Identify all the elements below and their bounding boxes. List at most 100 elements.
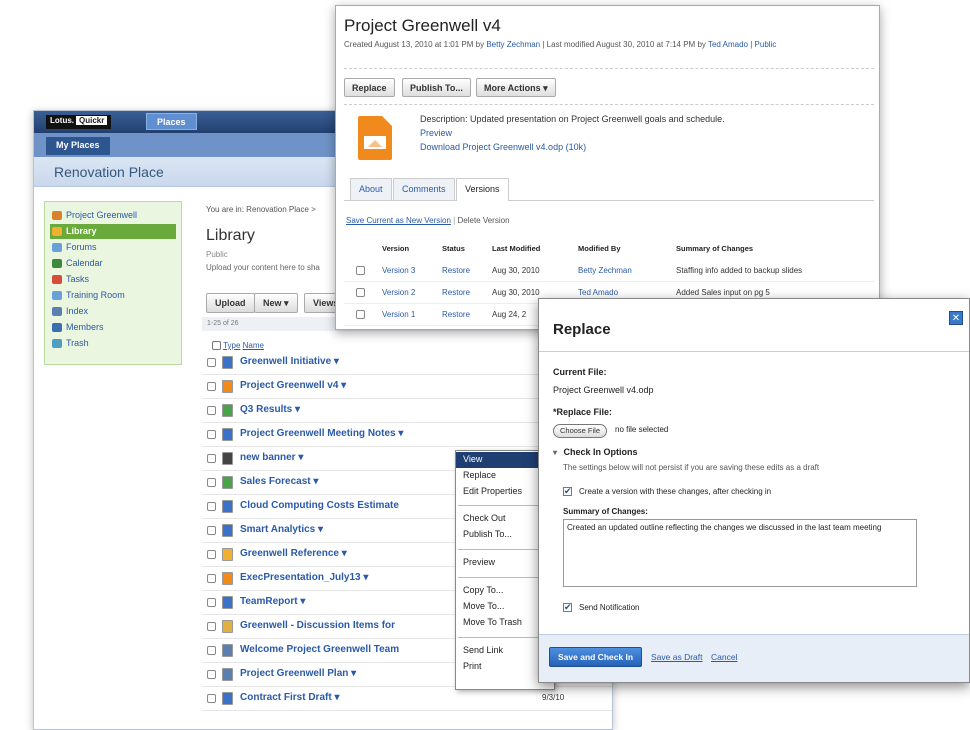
file-type-icon xyxy=(222,500,233,513)
row-checkbox[interactable] xyxy=(207,454,216,463)
row-checkbox[interactable] xyxy=(207,622,216,631)
version-checkbox[interactable] xyxy=(356,266,365,275)
select-all-checkbox[interactable] xyxy=(212,341,221,351)
sidebar-item-members[interactable]: Members xyxy=(50,320,176,335)
column-type[interactable]: Type xyxy=(223,341,240,350)
file-name-link[interactable]: Greenwell Reference ▾ xyxy=(240,548,347,559)
sidebar-item-forums[interactable]: Forums xyxy=(50,240,176,255)
row-checkbox[interactable] xyxy=(207,598,216,607)
file-name-link[interactable]: Sales Forecast ▾ xyxy=(240,476,318,487)
sidebar-item-project-greenwell[interactable]: Project Greenwell xyxy=(50,208,176,223)
tab-about[interactable]: About xyxy=(350,178,392,200)
file-name-link[interactable]: Smart Analytics ▾ xyxy=(240,524,323,535)
calendar-icon xyxy=(52,259,62,268)
summary-textarea[interactable]: Created an updated outline reflecting th… xyxy=(563,519,917,587)
row-checkbox[interactable] xyxy=(207,430,216,439)
file-name-link[interactable]: Project Greenwell Plan ▾ xyxy=(240,668,356,679)
chevron-down-icon: ▾ xyxy=(553,448,558,457)
file-name-link[interactable]: TeamReport ▾ xyxy=(240,596,305,607)
sidebar-item-library[interactable]: Library xyxy=(50,224,176,239)
version-link[interactable]: Version 3 xyxy=(382,266,415,275)
my-places-tab[interactable]: My Places xyxy=(46,137,110,155)
sidebar-item-calendar[interactable]: Calendar xyxy=(50,256,176,271)
more-actions-button[interactable]: More Actions ▾ xyxy=(476,78,556,97)
places-tab[interactable]: Places xyxy=(146,113,197,130)
file-type-icon xyxy=(222,668,233,681)
version-link[interactable]: Version 2 xyxy=(382,288,415,297)
row-checkbox[interactable] xyxy=(207,358,216,367)
version-row: Version 3 Restore Aug 30, 2010 Betty Zechma… xyxy=(344,260,874,282)
restore-link[interactable]: Restore xyxy=(442,288,470,297)
row-checkbox[interactable] xyxy=(207,382,216,391)
version-checkbox[interactable] xyxy=(356,288,365,297)
row-checkbox[interactable] xyxy=(207,478,216,487)
file-name-link[interactable]: Cloud Computing Costs Estimate xyxy=(240,500,399,511)
download-link[interactable]: Download Project Greenwell v4.odp (10k) xyxy=(420,142,586,152)
table-row[interactable]: Contract First Draft ▾9/3/10Ted Amado xyxy=(202,687,612,711)
file-type-icon xyxy=(222,620,233,633)
page-title: Library xyxy=(206,227,255,244)
close-icon[interactable]: ✕ xyxy=(949,311,963,325)
tasks-icon xyxy=(52,275,62,284)
version-date: Aug 30, 2010 xyxy=(492,288,540,297)
publish-to-button[interactable]: Publish To... xyxy=(402,78,471,97)
row-checkbox[interactable] xyxy=(207,550,216,559)
file-type-icon xyxy=(222,452,233,465)
new-button[interactable]: New ▾ xyxy=(254,293,298,313)
sidebar-item-trash[interactable]: Trash xyxy=(50,336,176,351)
modified-by-link[interactable]: Betty Zechman xyxy=(578,266,632,275)
cancel-link[interactable]: Cancel xyxy=(711,652,737,662)
file-name-link[interactable]: Greenwell - Discussion Items for xyxy=(240,620,395,631)
modified-text: | Last modified August 30, 2010 at 7:14 … xyxy=(542,40,706,49)
save-and-check-in-button[interactable]: Save and Check In xyxy=(549,647,643,667)
version-summary: Staffing info added to backup slides xyxy=(676,266,803,275)
sidebar-item-tasks[interactable]: Tasks xyxy=(50,272,176,287)
file-name-link[interactable]: new banner ▾ xyxy=(240,452,303,463)
delete-version-link[interactable]: Delete Version xyxy=(457,216,509,225)
preview-link[interactable]: Preview xyxy=(420,128,452,138)
file-name-link[interactable]: ExecPresentation_July13 ▾ xyxy=(240,572,368,583)
column-name[interactable]: Name xyxy=(243,341,264,350)
row-checkbox[interactable] xyxy=(207,406,216,415)
replace-button[interactable]: Replace xyxy=(344,78,395,97)
restore-link[interactable]: Restore xyxy=(442,310,470,319)
row-checkbox[interactable] xyxy=(207,646,216,655)
creator-link[interactable]: Betty Zechman xyxy=(486,40,540,49)
file-name-link[interactable]: Contract First Draft ▾ xyxy=(240,692,339,703)
save-current-version-link[interactable]: Save Current as New Version xyxy=(346,216,451,225)
sidebar-item-training-room[interactable]: Training Room xyxy=(50,288,176,303)
file-name-link[interactable]: Project Greenwell v4 ▾ xyxy=(240,380,346,391)
save-as-draft-link[interactable]: Save as Draft xyxy=(651,652,703,662)
row-checkbox[interactable] xyxy=(207,526,216,535)
row-checkbox[interactable] xyxy=(207,574,216,583)
version-summary: Added Sales input on pg 5 xyxy=(676,288,770,297)
file-type-icon xyxy=(222,428,233,441)
divider xyxy=(539,351,969,352)
modifier-link[interactable]: Ted Amado xyxy=(708,40,748,49)
row-checkbox[interactable] xyxy=(207,670,216,679)
send-notification-label: Send Notification xyxy=(579,603,640,612)
version-link[interactable]: Version 1 xyxy=(382,310,415,319)
row-checkbox[interactable] xyxy=(207,502,216,511)
tab-versions[interactable]: Versions xyxy=(456,178,509,201)
row-checkbox[interactable] xyxy=(207,694,216,703)
version-checkbox[interactable] xyxy=(356,310,365,319)
create-version-checkbox[interactable]: ✔ xyxy=(563,487,572,496)
file-name-link[interactable]: Project Greenwell Meeting Notes ▾ xyxy=(240,428,403,439)
column-headers: Type Name xyxy=(212,341,264,351)
restore-link[interactable]: Restore xyxy=(442,266,470,275)
upload-button[interactable]: Upload xyxy=(206,293,255,313)
public-link[interactable]: | Public xyxy=(750,40,776,49)
file-name-link[interactable]: Greenwell Initiative ▾ xyxy=(240,356,339,367)
modified-by-link[interactable]: Ted Amado xyxy=(578,288,618,297)
sidebar-item-index[interactable]: Index xyxy=(50,304,176,319)
choose-file-button[interactable]: Choose File xyxy=(553,424,608,438)
file-name-link[interactable]: Q3 Results ▾ xyxy=(240,404,300,415)
send-notification-checkbox[interactable]: ✔ xyxy=(563,603,572,612)
tab-comments[interactable]: Comments xyxy=(393,178,455,200)
check-in-options-toggle[interactable]: ▾ Check In Options xyxy=(553,447,638,457)
breadcrumb: You are in: Renovation Place > xyxy=(206,205,316,214)
file-name-link[interactable]: Welcome Project Greenwell Team xyxy=(240,644,399,655)
members-icon xyxy=(52,323,62,332)
forums-icon xyxy=(52,243,62,252)
